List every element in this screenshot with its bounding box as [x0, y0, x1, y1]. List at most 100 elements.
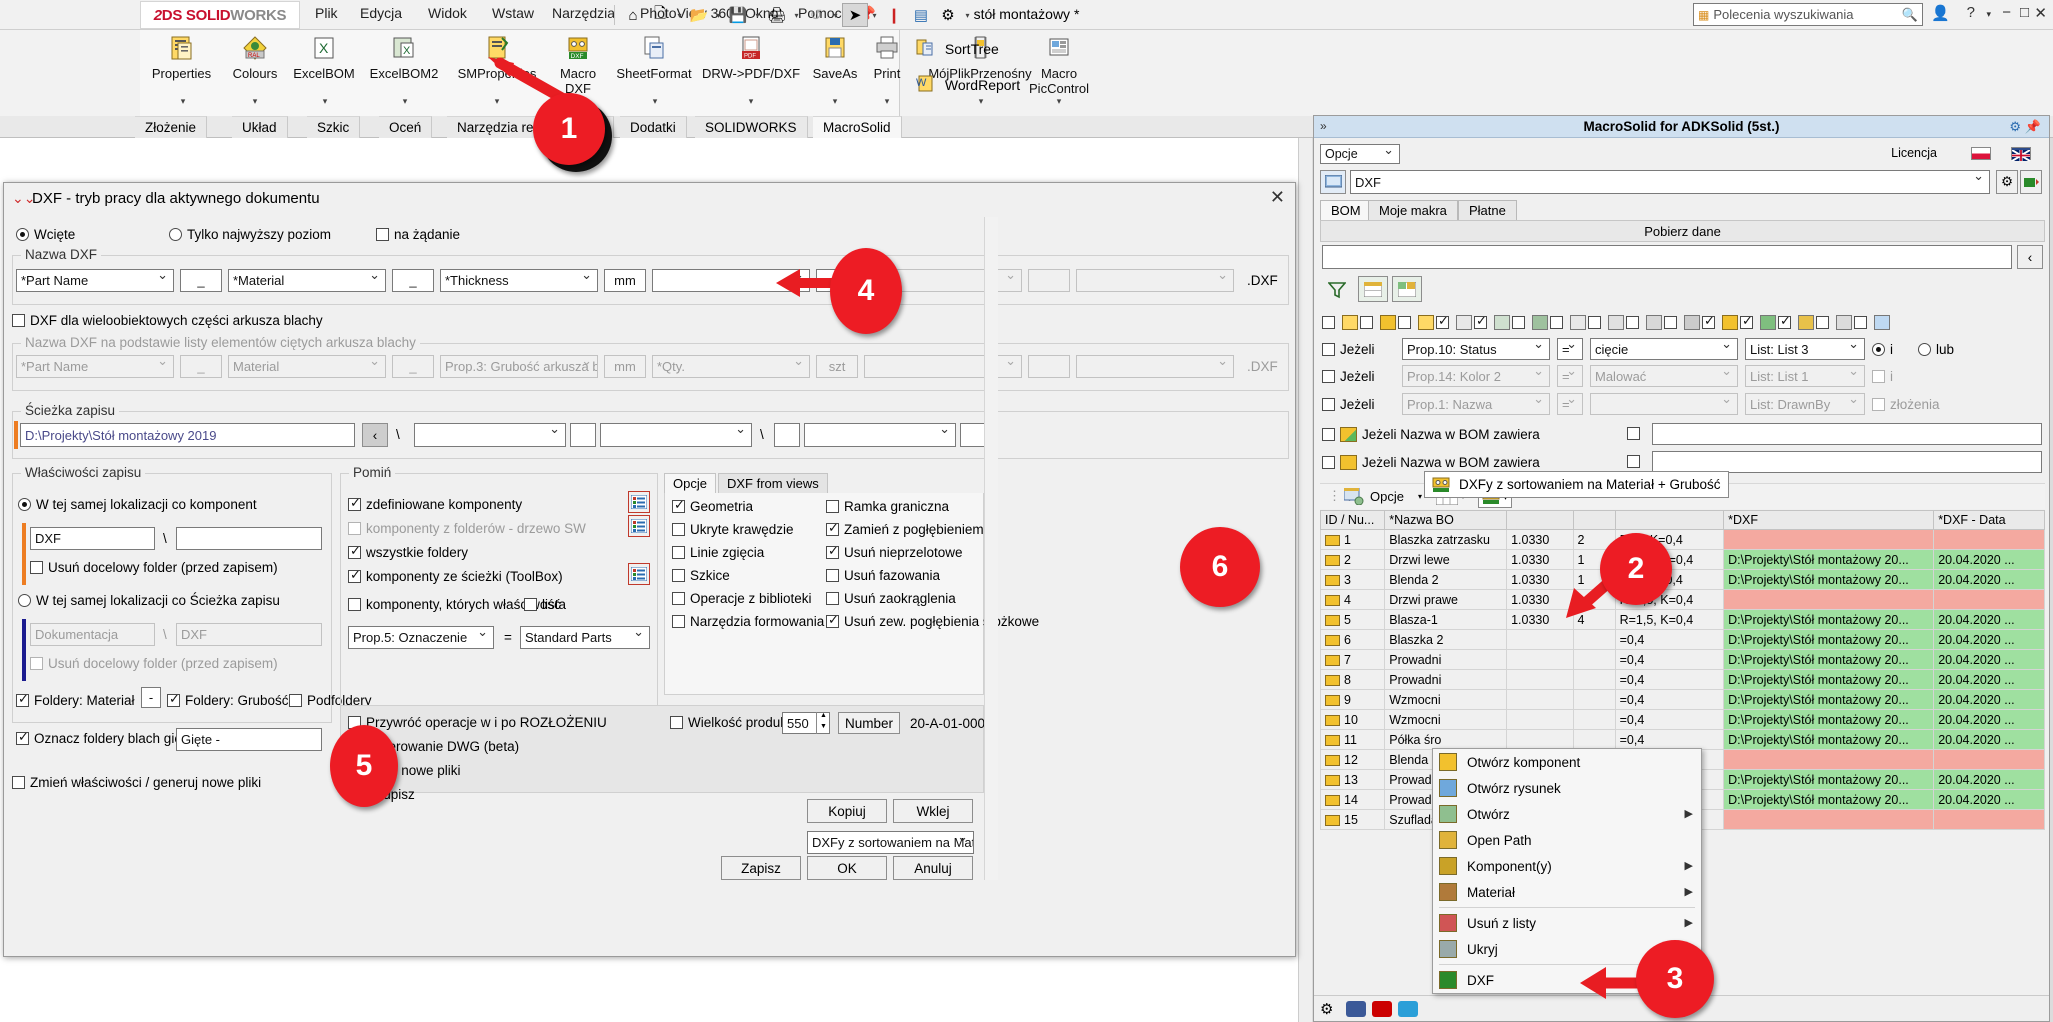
cutlist-field-extra-1[interactable] — [864, 355, 1022, 378]
table-row[interactable]: 10 Wzmocni =0,4 D:\Projekty\Stół montażowy … — [1319, 709, 2045, 730]
close-button[interactable]: ✕ — [2034, 4, 2047, 22]
cond-2-list[interactable]: List: DrawnBy — [1745, 393, 1865, 415]
table-row[interactable]: 4 Drzwi prawe 1.0330 1 R=1,5, K=0,4 — [1319, 589, 2045, 610]
caret-drwpdf-icon[interactable]: ▾ — [736, 96, 766, 107]
prop-icon-10[interactable] — [1722, 314, 1738, 330]
name-sep-2[interactable]: _ — [392, 269, 434, 292]
option-left-5[interactable]: Narzędzia formowania — [672, 614, 824, 629]
skip-list-checkbox[interactable]: lista — [524, 597, 566, 612]
ok-button[interactable]: OK — [807, 856, 887, 880]
cond-0-checkbox[interactable]: Jeżeli — [1322, 342, 1375, 357]
table-row[interactable]: 5 Blasza-1 1.0330 4 R=1,5, K=0,4 D:\Projekty\… — [1319, 609, 2045, 630]
table-row[interactable]: 1Blaszka zatrzasku1.03302R=2, K=0,4 — [1319, 529, 2045, 550]
prop-icon-8[interactable] — [1646, 314, 1662, 330]
prop-icon-11[interactable] — [1760, 314, 1776, 330]
ribbon-item-macrodxf[interactable]: DXF Macro DXF — [546, 34, 610, 96]
bom-cond-0-toggle[interactable] — [1627, 427, 1645, 440]
bottom-item-0[interactable]: Przywróć operacje w i po ROZŁOŻENIU — [348, 715, 607, 730]
facebook-icon[interactable] — [1346, 1001, 1366, 1017]
table-options-icon[interactable] — [1343, 487, 1364, 509]
cutlist-unit-szt[interactable]: szt — [816, 355, 858, 378]
cond-0-radio-lub[interactable]: lub — [1918, 342, 1954, 357]
caret-properties-icon[interactable]: ▾ — [168, 96, 198, 107]
cond-0-op[interactable]: = — [1557, 338, 1583, 360]
prop-icon-9[interactable] — [1684, 314, 1700, 330]
ribbon-item-saveas[interactable]: SaveAs — [804, 34, 866, 81]
vertical-scrollbar[interactable] — [1298, 138, 1312, 1022]
folder-name-1[interactable]: DXF — [30, 527, 155, 550]
ribbon-item-print[interactable]: Print — [862, 34, 912, 81]
radio-top-only[interactable]: Tylko najwyższy poziom — [169, 227, 331, 242]
caret-macropic-icon[interactable]: ▾ — [1044, 96, 1074, 107]
context-menu-item[interactable]: Otwórz komponent — [1433, 749, 1701, 775]
doc-icon-button[interactable] — [1320, 170, 1346, 194]
cond-2-op[interactable]: = — [1557, 393, 1583, 415]
search-dropdown-icon[interactable]: ▦ — [1698, 8, 1709, 22]
cond-0-list[interactable]: List: List 3 — [1745, 338, 1865, 360]
bent-value-input[interactable]: Gięte - — [176, 728, 322, 751]
caret-excelbom-icon[interactable]: ▾ — [310, 96, 340, 107]
number-button[interactable]: Number — [838, 712, 900, 734]
folders-dash-input[interactable]: - — [141, 687, 161, 708]
statusbar-gear-icon[interactable]: ⚙ — [1320, 1000, 1333, 1018]
caret-excelbom2-icon[interactable]: ▾ — [390, 96, 420, 107]
tab-ocen[interactable]: Oceń — [379, 116, 433, 138]
option-left-4[interactable]: Operacje z biblioteki — [672, 591, 812, 606]
search-icon[interactable]: 🔍 — [1902, 7, 1918, 23]
skip-item-0[interactable]: zdefiniowane komponenty — [348, 495, 522, 512]
table-row[interactable]: 8 Prowadni =0,4 D:\Projekty\Stół montażowy … — [1319, 669, 2045, 690]
macrosolid-gear-icon[interactable]: ⚙ — [2009, 119, 2021, 135]
cond-1-chk[interactable]: i — [1872, 369, 1893, 384]
table-row[interactable]: 11 Półka śro =0,4 D:\Projekty\Stół montażow… — [1319, 729, 2045, 750]
caret-print-icon[interactable]: ▾ — [872, 96, 902, 107]
option-right-1[interactable]: Zamień z pogłębieniem — [826, 520, 984, 537]
prop-chk-4[interactable] — [1474, 313, 1487, 329]
path-mid-3[interactable] — [960, 423, 986, 447]
prop-chk-3[interactable] — [1436, 313, 1449, 329]
caret-mojplik-icon[interactable]: ▾ — [966, 96, 996, 107]
path-input[interactable]: D:\Projekty\Stół montażowy 2019 — [20, 423, 355, 447]
path-mid-1[interactable] — [570, 423, 596, 447]
user-icon[interactable]: 👤 — [1931, 4, 1950, 22]
fetch-button[interactable]: ‹ — [2017, 245, 2043, 269]
cutlist-sep-1[interactable]: _ — [180, 355, 222, 378]
th-mat[interactable] — [1506, 510, 1574, 530]
tab-zlozenie[interactable]: Złożenie — [135, 116, 208, 138]
name-field-extra-4[interactable] — [1028, 269, 1070, 292]
prop-chk-1[interactable] — [1360, 315, 1373, 329]
option-left-0[interactable]: Geometria — [672, 497, 753, 514]
bom-cond-0-checkbox[interactable]: Jeżeli Nazwa w BOM zawiera — [1322, 427, 1540, 442]
bom-cond-1-input[interactable] — [1652, 451, 2042, 473]
search-input[interactable]: ▦ Polecenia wyszukiwania 🔍 — [1693, 3, 1923, 26]
cutlist-sep-2[interactable]: _ — [392, 355, 434, 378]
cutlist-field-extra-2[interactable] — [1028, 355, 1070, 378]
name-sep-1[interactable]: _ — [180, 269, 222, 292]
prop-icon-7[interactable] — [1608, 314, 1624, 330]
cutlist-field-partname[interactable]: *Part Name — [16, 355, 174, 378]
production-spinner[interactable]: ▲ ▼ — [816, 712, 830, 734]
cond-2-value[interactable] — [1590, 393, 1738, 415]
ribbon-item-properties[interactable]: Properties — [139, 34, 224, 81]
filter-grid-icon[interactable] — [1392, 276, 1422, 302]
ribbon-item-wordreport[interactable]: W WordReport — [915, 74, 1020, 96]
radio-indented[interactable]: Wcięte — [16, 227, 75, 242]
bom-cond-0-input[interactable] — [1652, 423, 2042, 445]
help-icon[interactable]: ? — [1967, 4, 1975, 21]
prop-icon-2[interactable] — [1418, 314, 1434, 330]
dialog-close-button[interactable]: ✕ — [1270, 187, 1285, 208]
tab-uklad[interactable]: Układ — [232, 116, 288, 138]
checkbox-folders-material[interactable]: Foldery: Materiał — [16, 691, 135, 708]
name-field-extra-1[interactable] — [652, 269, 810, 292]
maximize-button[interactable]: □ — [2020, 4, 2029, 21]
path-sub-2[interactable] — [600, 423, 752, 447]
minimize-button[interactable]: − — [2002, 4, 2011, 21]
macrosolid-options-select[interactable]: Opcje — [1320, 144, 1400, 164]
th-dxfdata[interactable]: *DXF - Data — [1933, 510, 2045, 530]
cond-1-value[interactable]: Malować — [1590, 365, 1738, 387]
prop-chk-0[interactable] — [1322, 315, 1335, 329]
skip-item-3[interactable]: komponenty ze ścieżki (ToolBox) — [348, 567, 563, 584]
flag-uk-icon[interactable] — [2011, 147, 2031, 162]
skip-item-3-list-icon[interactable] — [628, 563, 650, 585]
cond-0-radio-i[interactable]: i — [1872, 342, 1893, 357]
name-field-material[interactable]: *Material — [228, 269, 386, 292]
